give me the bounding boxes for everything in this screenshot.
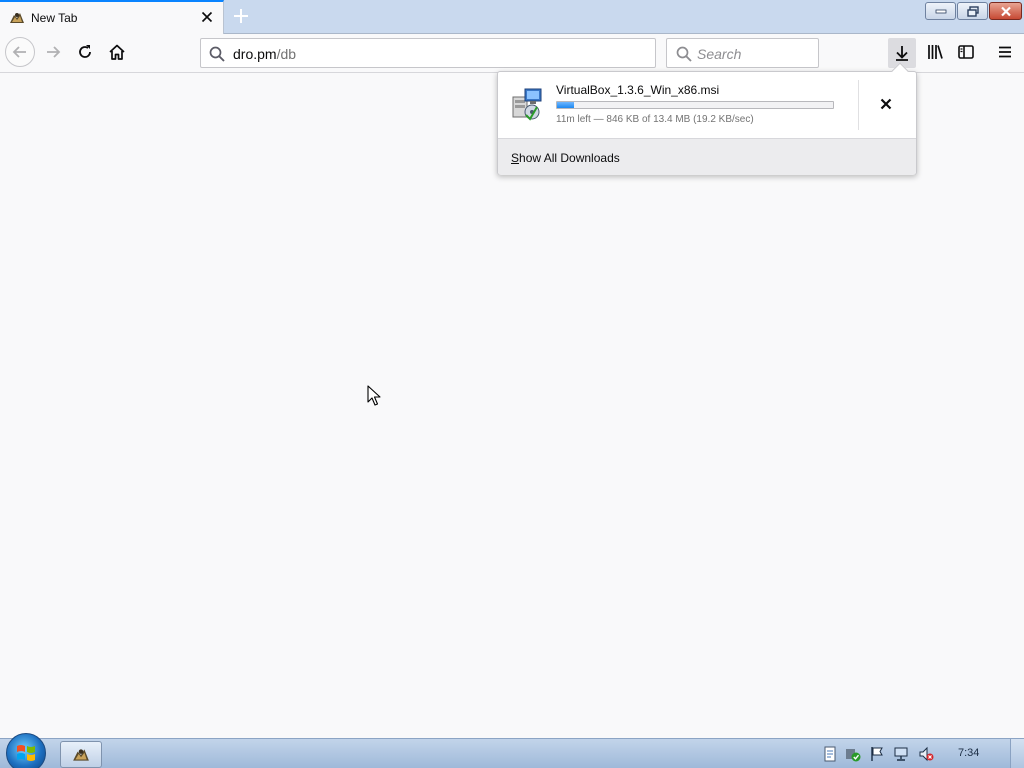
- show-all-downloads-label: Show All Downloads: [511, 151, 620, 165]
- taskbar-firefox-button[interactable]: [60, 741, 102, 768]
- show-all-downloads-button[interactable]: Show All Downloads: [498, 138, 916, 175]
- download-progress-bar: [556, 101, 834, 109]
- arrow-left-icon: [12, 46, 26, 58]
- home-button[interactable]: [103, 38, 131, 66]
- volume-muted-icon[interactable]: [918, 746, 934, 762]
- download-item[interactable]: VirtualBox_1.3.6_Win_x86.msi 11m left — …: [498, 72, 916, 138]
- url-text[interactable]: dro.pm/db: [233, 46, 296, 62]
- security-tray-icon[interactable]: [845, 746, 861, 762]
- download-filename: VirtualBox_1.3.6_Win_x86.msi: [556, 83, 720, 97]
- cancel-download-button[interactable]: [874, 92, 898, 116]
- menu-button[interactable]: [991, 38, 1019, 66]
- navigation-toolbar: dro.pm/db Search: [0, 34, 1024, 73]
- minimize-button[interactable]: [925, 2, 956, 20]
- taskbar-clock[interactable]: 7:34: [958, 747, 979, 759]
- plus-icon[interactable]: [231, 6, 251, 26]
- hamburger-icon: [999, 46, 1011, 58]
- divider: [858, 80, 859, 130]
- network-tray-icon[interactable]: [893, 746, 909, 762]
- arrow-right-icon: [47, 46, 61, 58]
- flag-tray-icon[interactable]: [869, 746, 885, 762]
- download-status: 11m left — 846 KB of 13.4 MB (19.2 KB/se…: [556, 114, 754, 125]
- reload-icon: [79, 45, 91, 58]
- forward-button[interactable]: [39, 38, 67, 66]
- sidebar-button[interactable]: [952, 38, 980, 66]
- home-icon: [109, 44, 125, 60]
- restore-button[interactable]: [957, 2, 988, 20]
- window-close-button[interactable]: [989, 2, 1022, 20]
- accesskey-letter: S: [511, 151, 520, 165]
- search-icon: [209, 46, 225, 62]
- library-icon: [928, 45, 943, 59]
- firefox-icon: [73, 748, 89, 761]
- tab-strip: New Tab: [0, 0, 1024, 35]
- tab-title: New Tab: [31, 11, 78, 25]
- download-icon: [896, 46, 908, 61]
- tab-new-tab[interactable]: New Tab: [0, 0, 224, 35]
- windows-logo-icon: [17, 745, 35, 761]
- show-desktop-button[interactable]: [1010, 739, 1024, 768]
- search-icon: [676, 46, 692, 62]
- search-placeholder: Search: [697, 46, 742, 62]
- sidebar-icon: [958, 45, 974, 59]
- close-icon[interactable]: [199, 9, 215, 25]
- url-bar[interactable]: dro.pm/db: [200, 38, 656, 68]
- reload-button[interactable]: [71, 38, 99, 66]
- document-tray-icon[interactable]: [822, 746, 838, 762]
- downloads-button[interactable]: [888, 38, 916, 68]
- url-path: /db: [276, 46, 297, 62]
- url-host: dro.pm: [233, 46, 277, 62]
- back-button[interactable]: [5, 37, 35, 67]
- downloads-panel: VirtualBox_1.3.6_Win_x86.msi 11m left — …: [497, 62, 917, 175]
- download-progress-fill: [557, 102, 575, 108]
- library-button[interactable]: [921, 38, 949, 66]
- mouse-pointer-icon: [367, 385, 381, 406]
- firefox-icon: [10, 13, 24, 23]
- taskbar: 7:34: [0, 733, 1024, 768]
- close-icon: [880, 98, 892, 110]
- search-bar[interactable]: Search: [666, 38, 819, 68]
- label-rest: how All Downloads: [519, 151, 620, 165]
- start-button[interactable]: [6, 733, 46, 768]
- msi-installer-icon: [512, 88, 542, 121]
